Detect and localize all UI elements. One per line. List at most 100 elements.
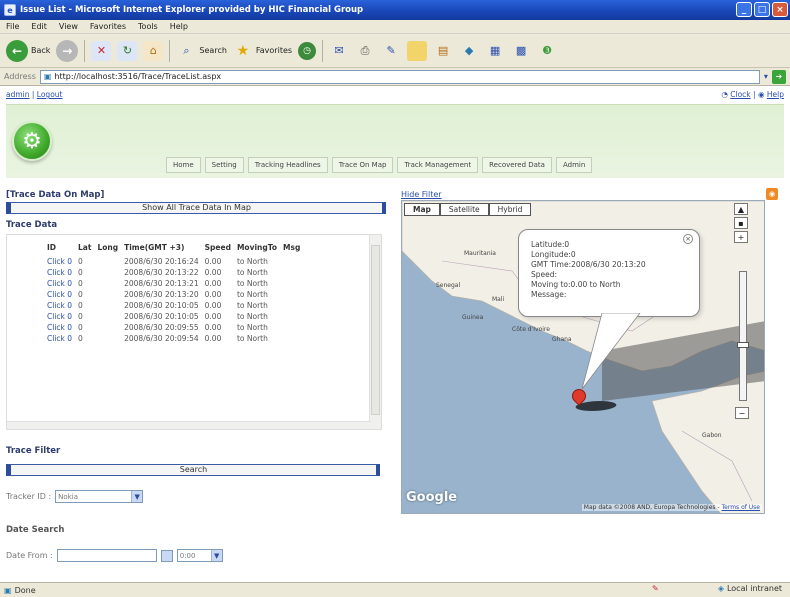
edit-icon[interactable]: ✎ [381, 41, 401, 61]
zoom-in-button[interactable]: + [734, 231, 748, 243]
row-id-link[interactable]: Click 0 [47, 311, 78, 322]
zone-text: Local intranet [726, 584, 782, 593]
stop-icon[interactable]: ✕ [91, 40, 112, 61]
table-row: Click 0 0 2008/6/30 20:16:24 0.00 to Nor… [47, 256, 306, 267]
nav-track-management[interactable]: Track Management [397, 157, 479, 173]
pan-center-button[interactable]: ▪ [734, 217, 748, 229]
research-icon[interactable]: ▤ [433, 41, 453, 61]
menu-file[interactable]: File [6, 22, 19, 31]
refresh-icon[interactable]: ↻ [117, 40, 138, 61]
nav-trace-on-map[interactable]: Trace On Map [331, 157, 394, 173]
menu-edit[interactable]: Edit [31, 22, 47, 31]
user-link-admin[interactable]: admin [6, 90, 30, 99]
window-title: Issue List - Microsoft Internet Explorer… [20, 5, 364, 15]
trace-list-hscrollbar[interactable] [7, 421, 371, 429]
col-long: Long [97, 243, 119, 252]
map-label-guinea: Guinea [462, 314, 484, 321]
info-close-icon[interactable]: × [683, 234, 693, 244]
pan-up-button[interactable]: ▲ [734, 203, 748, 215]
row-lat: 0 [78, 279, 83, 288]
row-lat: 0 [78, 301, 83, 310]
help-icon: ◉ [757, 90, 765, 99]
tools-icon[interactable]: ▦ [485, 41, 505, 61]
row-speed: 0.00 [204, 257, 222, 266]
favorites-button[interactable]: ★ Favorites [233, 41, 292, 61]
row-id-link[interactable]: Click 0 [47, 289, 78, 300]
row-id-link[interactable]: Click 0 [47, 278, 78, 289]
tracker-id-select[interactable]: Nokia ▼ [55, 490, 144, 503]
trace-list-vscrollbar[interactable] [369, 235, 381, 429]
close-button[interactable]: × [772, 2, 788, 17]
star-icon: ★ [236, 42, 250, 59]
trace-data-list[interactable]: ID Lat Long Time(GMT +3) Speed MovingTo … [6, 234, 382, 430]
grid-icon[interactable]: ▩ [511, 41, 531, 61]
history-icon[interactable]: ◷ [298, 41, 317, 60]
chevron-down-icon: ▼ [210, 550, 222, 561]
print-icon[interactable]: ⎙ [355, 41, 375, 61]
forward-button[interactable]: → [56, 39, 79, 62]
browser-toolbar: ← Back → ✕ ↻ ⌂ ⌕ Search ★ Favorites ◷ ✉ … [0, 34, 790, 68]
back-arrow-icon: ← [6, 39, 28, 62]
table-row: Click 0 0 2008/6/30 20:10:05 0.00 to Nor… [47, 311, 306, 322]
messenger-icon[interactable]: ◆ [459, 41, 479, 61]
home-icon[interactable]: ⌂ [143, 40, 164, 61]
row-id-link[interactable]: Click 0 [47, 322, 78, 333]
nav-home[interactable]: Home [166, 157, 201, 173]
trace-table-header: ID Lat Long Time(GMT +3) Speed MovingTo … [47, 243, 306, 256]
show-all-trace-button[interactable]: Show All Trace Data In Map [6, 202, 386, 214]
logout-link[interactable]: Logout [37, 90, 63, 99]
row-speed: 0.00 [204, 268, 222, 277]
google-map[interactable]: Mauritania Senegal Guinea Mali Gabon Côt… [401, 200, 765, 514]
back-button[interactable]: ← Back [6, 39, 50, 62]
row-time: 2008/6/30 20:13:20 [124, 290, 199, 299]
address-field[interactable]: ▣ http://localhost:3516/Trace/TraceList.… [39, 69, 760, 84]
minimize-button[interactable]: _ [736, 2, 752, 17]
addon-icon[interactable]: ❸ [537, 41, 557, 61]
help-link[interactable]: Help [767, 90, 784, 99]
table-row: Click 0 0 2008/6/30 20:09:54 0.00 to Nor… [47, 333, 306, 344]
mail-icon[interactable]: ✉ [329, 41, 349, 61]
menu-tools[interactable]: Tools [138, 22, 158, 31]
map-type-hybrid[interactable]: Hybrid [488, 203, 532, 216]
row-id-link[interactable]: Click 0 [47, 267, 78, 278]
nav-setting[interactable]: Setting [204, 157, 244, 173]
table-row: Click 0 0 2008/6/30 20:09:55 0.00 to Nor… [47, 322, 306, 333]
zoom-slider[interactable] [737, 271, 749, 401]
col-id: ID [47, 243, 57, 252]
maximize-button[interactable]: □ [754, 2, 770, 17]
row-msg [283, 256, 306, 267]
go-button[interactable]: ➔ [771, 69, 786, 84]
status-bar: ▣ Done ✎ ◈ Local intranet [0, 582, 790, 597]
row-speed: 0.00 [204, 290, 222, 299]
chevron-down-icon: ▼ [131, 491, 143, 502]
row-msg [283, 289, 306, 300]
menu-help[interactable]: Help [170, 22, 188, 31]
row-lat: 0 [78, 257, 83, 266]
map-type-satellite[interactable]: Satellite [439, 203, 489, 216]
row-id-link[interactable]: Click 0 [47, 333, 78, 344]
time-select[interactable]: 0:00 ▼ [176, 549, 223, 562]
folder-icon[interactable] [407, 40, 428, 61]
address-dropdown-icon[interactable]: ▾ [764, 72, 768, 81]
rss-icon[interactable]: ◉ [766, 188, 778, 200]
row-id-link[interactable]: Click 0 [47, 256, 78, 267]
menu-view[interactable]: View [59, 22, 78, 31]
row-id-link[interactable]: Click 0 [47, 300, 78, 311]
search-button[interactable]: Search [6, 464, 380, 476]
terms-of-use-link[interactable]: Terms of Use [722, 504, 760, 511]
hide-filter-link[interactable]: Hide Filter [401, 190, 442, 199]
menu-favorites[interactable]: Favorites [90, 22, 126, 31]
calendar-icon[interactable] [160, 549, 173, 562]
row-moving: to North [236, 312, 268, 321]
map-label-ghana: Ghana [552, 336, 572, 343]
clock-link[interactable]: Clock [730, 90, 750, 99]
nav-admin[interactable]: Admin [555, 157, 593, 173]
nav-recovered-data[interactable]: Recovered Data [482, 157, 552, 173]
nav-tracking-headlines[interactable]: Tracking Headlines [247, 157, 328, 173]
row-msg [283, 278, 306, 289]
search-button[interactable]: ⌕ Search [176, 41, 227, 61]
date-from-input[interactable] [56, 549, 157, 562]
map-type-map[interactable]: Map [404, 203, 440, 216]
row-msg [283, 267, 306, 278]
zoom-out-button[interactable]: − [735, 407, 749, 419]
